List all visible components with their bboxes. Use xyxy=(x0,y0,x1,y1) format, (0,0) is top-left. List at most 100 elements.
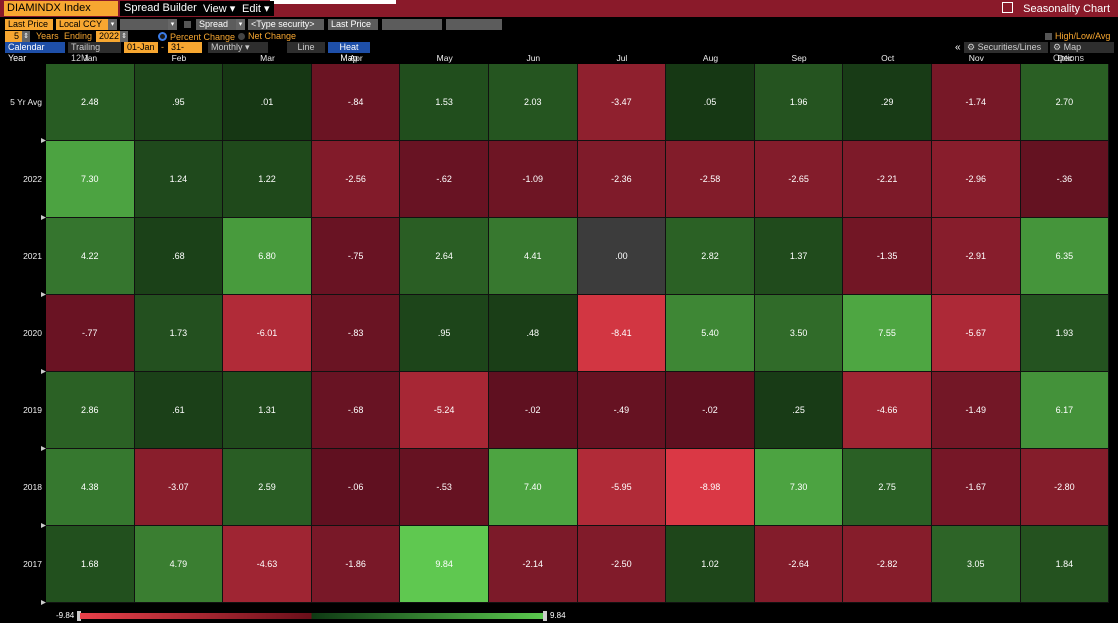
heatmap-cell[interactable]: -3.07 xyxy=(134,449,224,526)
heatmap-cell[interactable]: 6.35 xyxy=(1020,218,1110,295)
years-stepper-icon[interactable]: ⇕ xyxy=(22,31,30,42)
currency-dropdown-icon[interactable]: ▾ xyxy=(108,19,117,30)
heatmap-cell[interactable]: -1.49 xyxy=(932,372,1021,449)
heatmap-cell[interactable]: -2.80 xyxy=(1020,449,1110,526)
heatmap-cell[interactable]: -3.47 xyxy=(577,64,667,141)
security-ticker-field[interactable]: DIAMINDX Index xyxy=(4,1,118,16)
heatmap-cell[interactable]: .95 xyxy=(134,64,224,141)
blank-dropdown-icon[interactable]: ▾ xyxy=(168,19,177,30)
heatmap-cell[interactable]: -1.35 xyxy=(843,218,932,295)
heatmap-cell[interactable]: 4.38 xyxy=(46,449,135,526)
heatmap-cell[interactable]: 5.40 xyxy=(666,295,755,372)
heatmap-cell[interactable]: -.36 xyxy=(1020,141,1110,218)
heatmap-cell[interactable]: -.49 xyxy=(577,372,667,449)
heatmap-cell[interactable]: 2.59 xyxy=(223,449,312,526)
heatmap-cell[interactable]: 7.30 xyxy=(754,449,844,526)
heatmap-cell[interactable]: -1.67 xyxy=(932,449,1021,526)
heatmap-cell[interactable]: -8.41 xyxy=(577,295,667,372)
heatmap-cell[interactable]: 7.30 xyxy=(46,141,135,218)
heatmap-cell[interactable]: .68 xyxy=(134,218,224,295)
blank-field-2[interactable] xyxy=(382,19,442,30)
heatmap-cell[interactable]: 2.70 xyxy=(1020,64,1110,141)
spread-checkbox[interactable] xyxy=(184,21,191,28)
heatmap-cell[interactable]: 3.05 xyxy=(932,526,1021,603)
ending-year-input[interactable]: 2022 xyxy=(96,31,120,42)
heatmap-cell[interactable]: .29 xyxy=(843,64,932,141)
edit-menu[interactable]: Edit ▾ xyxy=(238,1,274,16)
heatmap-cell[interactable]: -2.58 xyxy=(666,141,755,218)
heatmap-cell[interactable]: 1.68 xyxy=(46,526,135,603)
heatmap-cell[interactable]: -5.24 xyxy=(400,372,489,449)
spread-dropdown-icon[interactable]: ▾ xyxy=(236,19,245,30)
heatmap-cell[interactable]: 1.31 xyxy=(223,372,312,449)
heatmap-cell[interactable]: 7.40 xyxy=(489,449,578,526)
heatmap-cell[interactable]: -.02 xyxy=(666,372,755,449)
heatmap-cell[interactable]: -2.56 xyxy=(311,141,401,218)
heatmap-cell[interactable]: -2.91 xyxy=(932,218,1021,295)
heatmap-cell[interactable]: 2.48 xyxy=(46,64,135,141)
heatmap-cell[interactable]: 2.86 xyxy=(46,372,135,449)
heatmap-cell[interactable]: -8.98 xyxy=(666,449,755,526)
heatmap-cell[interactable]: -2.64 xyxy=(754,526,844,603)
heatmap-cell[interactable]: -2.82 xyxy=(843,526,932,603)
field2-select[interactable]: Last Price xyxy=(328,19,378,30)
blank-field-3[interactable] xyxy=(446,19,502,30)
heatmap-cell[interactable]: 7.55 xyxy=(843,295,932,372)
heatmap-cell[interactable]: .48 xyxy=(489,295,578,372)
heatmap-cell[interactable]: 1.24 xyxy=(134,141,224,218)
heatmap-cell[interactable]: -.02 xyxy=(489,372,578,449)
type-security-input[interactable]: <Type security> xyxy=(248,19,324,30)
heatmap-cell[interactable]: -.68 xyxy=(311,372,401,449)
heatmap-cell[interactable]: -4.63 xyxy=(223,526,312,603)
heatmap-cell[interactable]: -2.36 xyxy=(577,141,667,218)
heatmap-cell[interactable]: -.62 xyxy=(400,141,489,218)
view-menu[interactable]: View ▾ xyxy=(199,1,240,16)
legend-max-handle[interactable] xyxy=(543,611,547,621)
heatmap-cell[interactable]: 1.73 xyxy=(134,295,224,372)
heatmap-cell[interactable]: 1.37 xyxy=(754,218,844,295)
heatmap-cell[interactable]: -.53 xyxy=(400,449,489,526)
heatmap-cell[interactable]: 1.22 xyxy=(223,141,312,218)
heatmap-cell[interactable]: .05 xyxy=(666,64,755,141)
heatmap-cell[interactable]: .61 xyxy=(134,372,224,449)
heatmap-cell[interactable]: 4.79 xyxy=(134,526,224,603)
currency-select[interactable]: Local CCY xyxy=(56,19,108,30)
heatmap-cell[interactable]: 4.41 xyxy=(489,218,578,295)
years-input[interactable]: 5 xyxy=(5,31,22,42)
heatmap-cell[interactable]: -5.67 xyxy=(932,295,1021,372)
heatmap-cell[interactable]: -2.65 xyxy=(754,141,844,218)
heatmap-cell[interactable]: .95 xyxy=(400,295,489,372)
heatmap-cell[interactable]: 4.22 xyxy=(46,218,135,295)
external-link-icon[interactable] xyxy=(1002,2,1014,13)
heatmap-cell[interactable]: 6.17 xyxy=(1020,372,1110,449)
high-low-avg-toggle[interactable]: High/Low/Avg xyxy=(1045,31,1110,42)
heatmap-cell[interactable]: 1.84 xyxy=(1020,526,1110,603)
heatmap-cell[interactable]: -1.09 xyxy=(489,141,578,218)
heatmap-cell[interactable]: .25 xyxy=(754,372,844,449)
heatmap-cell[interactable]: 6.80 xyxy=(223,218,312,295)
heatmap-cell[interactable]: 1.02 xyxy=(666,526,755,603)
heatmap-cell[interactable]: .01 xyxy=(223,64,312,141)
heatmap-cell[interactable]: -.83 xyxy=(311,295,401,372)
heatmap-cell[interactable]: -1.86 xyxy=(311,526,401,603)
heatmap-cell[interactable]: -.06 xyxy=(311,449,401,526)
heatmap-cell[interactable]: 2.03 xyxy=(489,64,578,141)
blank-field-1[interactable] xyxy=(120,19,168,30)
heatmap-cell[interactable]: 1.96 xyxy=(754,64,844,141)
heatmap-cell[interactable]: -6.01 xyxy=(223,295,312,372)
net-change-radio[interactable]: Net Change xyxy=(238,31,296,42)
heatmap-cell[interactable]: -.77 xyxy=(46,295,135,372)
field-select[interactable]: Last Price xyxy=(5,19,53,30)
heatmap-cell[interactable]: 9.84 xyxy=(400,526,489,603)
heatmap-cell[interactable]: -5.95 xyxy=(577,449,667,526)
heatmap-cell[interactable]: -4.66 xyxy=(843,372,932,449)
heatmap-cell[interactable]: 1.53 xyxy=(400,64,489,141)
spread-builder-button[interactable]: Spread Builder xyxy=(120,1,201,16)
heatmap-cell[interactable]: 1.93 xyxy=(1020,295,1110,372)
heatmap-cell[interactable]: 2.75 xyxy=(843,449,932,526)
heatmap-cell[interactable]: 2.64 xyxy=(400,218,489,295)
heatmap-cell[interactable]: -1.74 xyxy=(932,64,1021,141)
ending-year-stepper-icon[interactable]: ⇕ xyxy=(120,31,128,42)
heatmap-cell[interactable]: 2.82 xyxy=(666,218,755,295)
heatmap-cell[interactable]: 3.50 xyxy=(754,295,844,372)
